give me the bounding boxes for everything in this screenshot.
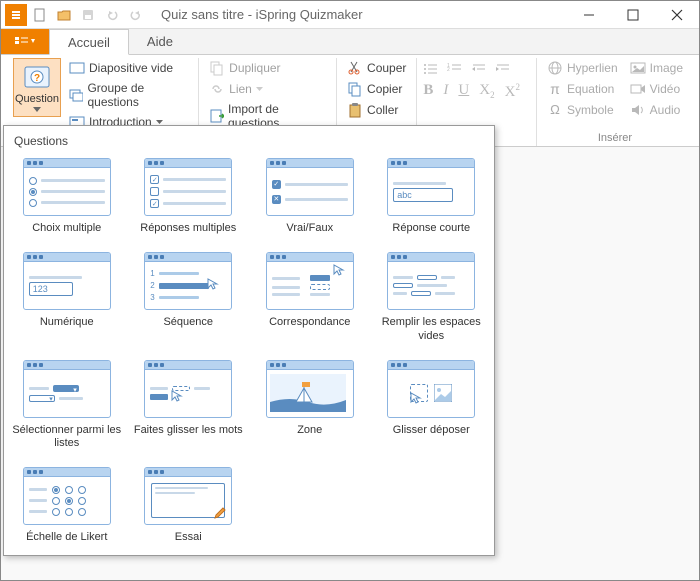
app-menu-icon[interactable] (5, 4, 27, 26)
open-icon[interactable] (53, 4, 75, 26)
question-drag-drop[interactable]: Glisser déposer (373, 356, 491, 456)
link-icon (209, 81, 225, 97)
redo-icon[interactable] (125, 4, 147, 26)
video-button[interactable]: Vidéo (626, 79, 687, 99)
ribbon-group-label: Insérer (543, 130, 687, 146)
omega-icon: Ω (547, 102, 563, 117)
question-hotspot[interactable]: Zone (251, 356, 369, 456)
question-short-answer[interactable]: abc Réponse courte (373, 154, 491, 240)
titlebar: Quiz sans titre - iSpring Quizmaker (1, 1, 699, 29)
save-icon[interactable] (77, 4, 99, 26)
paste-button[interactable]: Coller (343, 100, 410, 120)
question-true-false[interactable]: ✓ ✕ Vrai/Faux (251, 154, 369, 240)
hyperlink-button[interactable]: Hyperlien (543, 58, 622, 78)
chevron-down-icon (33, 107, 41, 112)
pencil-icon (214, 507, 226, 519)
dropdown-title: Questions (8, 132, 490, 154)
undo-icon[interactable] (101, 4, 123, 26)
copy-icon (347, 81, 363, 97)
question-icon: ? (23, 63, 51, 91)
cursor-icon (207, 278, 219, 290)
maximize-button[interactable] (611, 1, 655, 29)
question-drag-words[interactable]: Faites glisser les mots (130, 356, 248, 456)
symbol-button[interactable]: ΩSymbole (543, 100, 622, 119)
question-multiple-choice[interactable]: Choix multiple (8, 154, 126, 240)
close-button[interactable] (655, 1, 699, 29)
cut-button[interactable]: Couper (343, 58, 410, 78)
import-icon (209, 108, 224, 124)
bold-icon[interactable]: B (423, 82, 433, 101)
file-tab[interactable] (1, 29, 49, 54)
tab-help[interactable]: Aide (129, 29, 191, 54)
hotspot-thumb (270, 374, 346, 412)
window-controls (567, 1, 699, 29)
question-grid: Choix multiple ✓ ✓ Réponses multiples ✓ … (8, 154, 490, 549)
question-type-dropdown: Questions Choix multiple ✓ ✓ Réponses mu… (3, 125, 495, 556)
duplicate-button[interactable]: Dupliquer (205, 58, 330, 78)
question-select-from-lists[interactable]: ▾ ▾ Sélectionner parmi les listes (8, 356, 126, 456)
clipboard-icon (347, 102, 363, 118)
question-essay[interactable]: Essai (130, 463, 248, 549)
copy-button[interactable]: Copier (343, 79, 410, 99)
svg-text:?: ? (34, 73, 40, 84)
question-multiple-response[interactable]: ✓ ✓ Réponses multiples (130, 154, 248, 240)
equation-button[interactable]: πEquation (543, 79, 622, 99)
question-button[interactable]: ? Question (13, 58, 61, 117)
chevron-down-icon (256, 87, 263, 91)
slide-icon (69, 60, 85, 76)
video-icon (630, 81, 646, 97)
group-icon (69, 87, 83, 103)
cursor-icon (333, 264, 345, 276)
globe-icon (547, 60, 563, 76)
question-button-label: Question (15, 93, 59, 105)
cursor-icon (410, 392, 422, 404)
image-icon (434, 384, 452, 402)
cursor-icon (171, 390, 183, 402)
numbering-icon[interactable]: 12 (447, 62, 463, 76)
chevron-down-icon (156, 120, 163, 124)
duplicate-icon (209, 60, 225, 76)
image-button[interactable]: Image (626, 58, 687, 78)
underline-icon[interactable]: U (458, 82, 469, 101)
minimize-button[interactable] (567, 1, 611, 29)
question-sequence[interactable]: 1 2 3 Séquence (130, 248, 248, 348)
scissors-icon (347, 60, 363, 76)
quick-access-toolbar (1, 4, 151, 26)
image-icon (630, 60, 646, 76)
question-fill-blanks[interactable]: Remplir les espaces vides (373, 248, 491, 348)
question-group-button[interactable]: Groupe de questions (65, 79, 192, 111)
tab-home[interactable]: Accueil (49, 29, 129, 55)
window-title: Quiz sans titre - iSpring Quizmaker (161, 7, 567, 22)
svg-text:2: 2 (447, 67, 450, 73)
link-button[interactable]: Lien (205, 79, 330, 99)
italic-icon[interactable]: I (443, 82, 448, 101)
superscript-icon[interactable]: X2 (505, 82, 520, 101)
ribbon-tabs: Accueil Aide (1, 29, 699, 55)
bullets-icon[interactable] (423, 62, 439, 76)
audio-button[interactable]: Audio (626, 100, 687, 120)
subscript-icon[interactable]: X2 (479, 82, 494, 101)
new-icon[interactable] (29, 4, 51, 26)
indent-icon[interactable] (495, 62, 511, 76)
question-likert[interactable]: Échelle de Likert (8, 463, 126, 549)
pi-icon: π (547, 81, 563, 97)
blank-slide-button[interactable]: Diapositive vide (65, 58, 192, 78)
question-matching[interactable]: Correspondance (251, 248, 369, 348)
outdent-icon[interactable] (471, 62, 487, 76)
question-numeric[interactable]: 123 Numérique (8, 248, 126, 348)
audio-icon (630, 102, 646, 118)
